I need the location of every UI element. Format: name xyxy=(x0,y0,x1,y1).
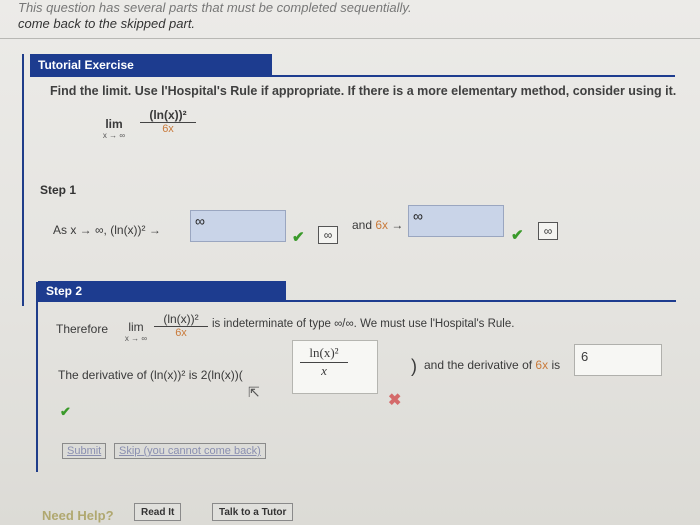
therefore-text: Therefore xyxy=(56,322,109,336)
checkmark-icon: ✔ xyxy=(292,229,305,246)
limit-fraction: (ln(x))² 6x xyxy=(140,108,196,135)
and-derivative-is: is xyxy=(551,358,561,372)
step1-and-expr: 6x xyxy=(375,218,389,232)
submit-button[interactable]: Submit xyxy=(62,443,107,459)
talk-to-tutor-button[interactable]: Talk to a Tutor xyxy=(212,503,294,521)
derivative-6x-value: 6 xyxy=(581,349,589,364)
step1-as-text: As x → ∞, (ln(x))² → xyxy=(53,223,161,237)
page: This question has several parts that mus… xyxy=(0,0,700,525)
read-it-button[interactable]: Read It xyxy=(134,503,182,521)
tutorial-header: Tutorial Exercise xyxy=(30,54,272,76)
derivative-input-fraction: ln(x)² x xyxy=(300,345,348,379)
limit-lim: lim xyxy=(105,117,123,131)
limit-expression: lim x → ∞ xyxy=(96,117,132,140)
tutorial-header-rule xyxy=(30,75,675,77)
step1-answer-1: ∞ xyxy=(318,226,338,244)
derivative-close-paren: ) xyxy=(411,356,417,376)
top-note: This question has several parts that mus… xyxy=(18,0,678,32)
x-mark-icon: ✖ xyxy=(388,392,402,409)
and-derivative-expr: 6x xyxy=(535,358,549,372)
limit-numerator: (ln(x))² xyxy=(140,108,196,123)
skip-button[interactable]: Skip (you cannot come back) xyxy=(114,443,266,459)
derivative-input-numerator: ln(x)² xyxy=(300,345,348,363)
mouse-cursor-icon: ⇱ xyxy=(248,384,260,400)
derivative-text: The derivative of (ln(x))² is 2(ln(x))( xyxy=(58,368,243,382)
derivative-input-denominator: x xyxy=(321,363,327,378)
step1-field-1[interactable]: ∞ xyxy=(190,210,286,242)
indeterminate-text: is indeterminate of type ∞/∞. We must us… xyxy=(212,318,515,330)
step2-limit: lim x → ∞ xyxy=(118,320,154,343)
step2-lim: lim xyxy=(128,320,144,334)
limit-sub: x → ∞ xyxy=(102,131,126,140)
step2-header: Step 2 xyxy=(38,281,286,301)
and-derivative-text: and the derivative of 6x is xyxy=(424,358,560,372)
derivative-6x-input[interactable]: 6 xyxy=(574,344,662,376)
step1-field-2[interactable]: ∞ xyxy=(408,205,504,237)
divider xyxy=(0,38,700,39)
checkmark-icon: ✔ xyxy=(60,404,71,419)
step1-and-text: and 6x → xyxy=(352,218,403,232)
checkmark-icon: ✔ xyxy=(511,227,524,244)
limit-denominator: 6x xyxy=(162,123,174,135)
step2-header-rule xyxy=(38,300,676,302)
top-note-line2: come back to the skipped part. xyxy=(18,16,196,31)
step1-field-1-value: ∞ xyxy=(195,213,205,229)
need-help-label: Need Help? xyxy=(42,508,114,523)
step1-answer-2: ∞ xyxy=(538,222,558,240)
step1-field-2-value: ∞ xyxy=(413,208,423,224)
step1-and-word: and xyxy=(352,218,373,232)
step2-numerator: (ln(x))² xyxy=(154,312,208,327)
top-note-line1: This question has several parts that mus… xyxy=(18,0,412,15)
step1-label: Step 1 xyxy=(40,183,77,197)
step2-lim-sub: x → ∞ xyxy=(124,334,148,343)
and-derivative-word: and the derivative of xyxy=(424,358,533,372)
instruction-text: Find the limit. Use l'Hospital's Rule if… xyxy=(50,84,677,98)
step2-denominator: 6x xyxy=(175,327,187,339)
step2-fraction: (ln(x))² 6x xyxy=(154,312,208,339)
step1-arrow: → xyxy=(391,218,404,232)
